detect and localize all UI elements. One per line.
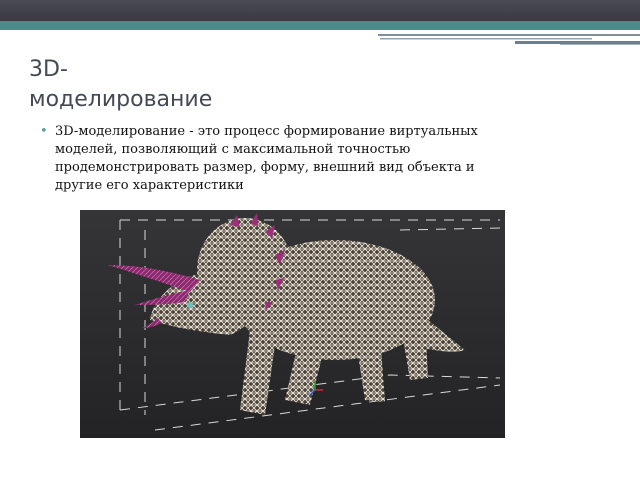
triceratops-model-image xyxy=(80,210,505,438)
slide-title: 3D- моделирование xyxy=(29,55,349,115)
header-decoration-lines xyxy=(378,34,640,45)
header-teal-bar xyxy=(0,21,640,30)
bullet-icon: • xyxy=(40,124,48,139)
slide-title-line-2: моделирование xyxy=(29,87,213,112)
slide-title-line-1: 3D- xyxy=(29,57,68,82)
header-dark-bar xyxy=(0,0,640,21)
bullet-list: • 3D-моделирование - это процесс формиро… xyxy=(40,123,510,195)
bullet-text: 3D-моделирование - это процесс формирова… xyxy=(55,124,478,193)
bullet-item: • 3D-моделирование - это процесс формиро… xyxy=(40,123,510,195)
